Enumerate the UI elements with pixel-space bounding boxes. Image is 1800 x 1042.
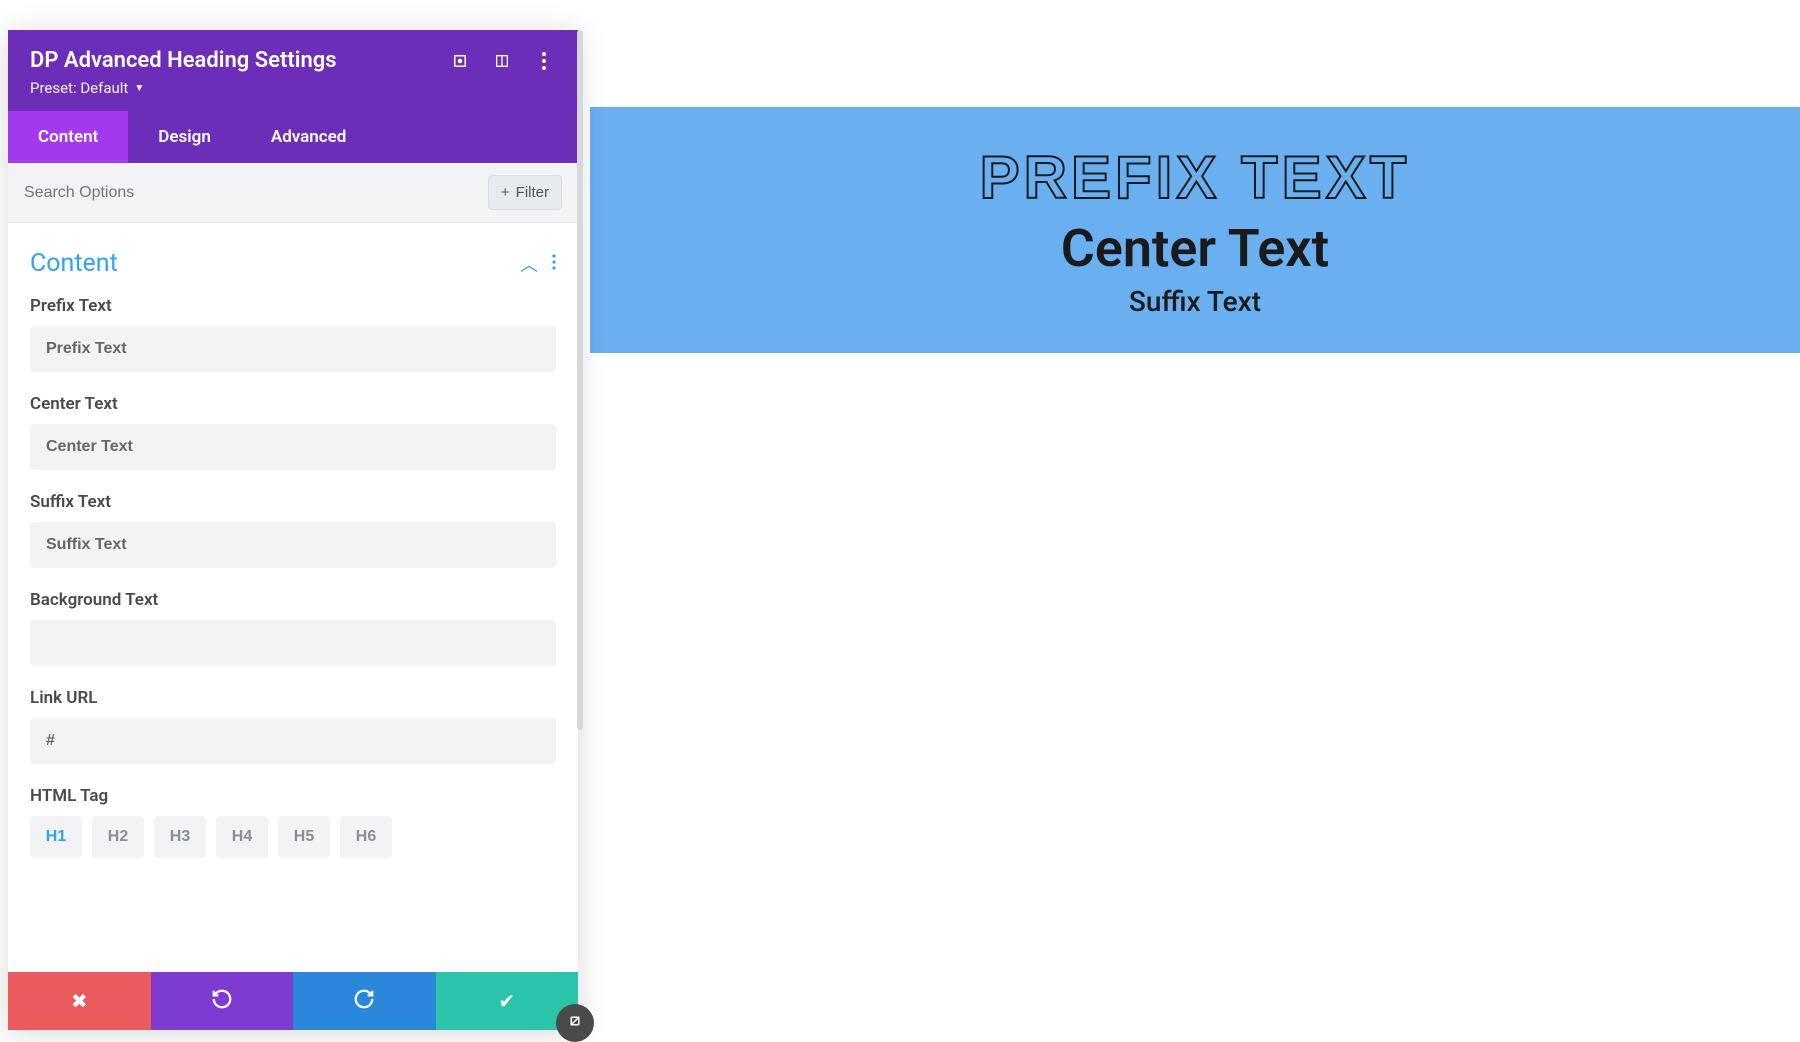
htmltag-h6[interactable]: H6 <box>340 816 392 858</box>
preview-prefix-text: PREFIX TEXT <box>980 143 1411 212</box>
field-htmltag: HTML Tag H1 H2 H3 H4 H5 H6 <box>30 786 556 858</box>
tab-bar: Content Design Advanced <box>8 111 578 163</box>
field-label-background: Background Text <box>30 590 556 610</box>
section-header: Content ︿ <box>30 241 556 296</box>
resize-handle[interactable] <box>556 1004 594 1042</box>
panel-scrollbar[interactable] <box>577 30 583 730</box>
settings-panel: DP Advanced Heading Settings Preset: Def… <box>8 30 578 1030</box>
redo-button[interactable] <box>293 972 436 1030</box>
input-background[interactable] <box>30 620 556 666</box>
tab-content[interactable]: Content <box>8 111 128 163</box>
filter-button[interactable]: + Filter <box>488 175 562 210</box>
field-background: Background Text <box>30 590 556 666</box>
preview-suffix-text: Suffix Text <box>1129 285 1261 318</box>
redo-icon <box>353 988 375 1015</box>
close-icon: ✖ <box>71 989 88 1013</box>
htmltag-h5[interactable]: H5 <box>278 816 330 858</box>
search-row: + Filter <box>8 163 578 223</box>
cancel-button[interactable]: ✖ <box>8 972 151 1030</box>
tab-design[interactable]: Design <box>128 111 241 163</box>
input-suffix[interactable] <box>30 522 556 568</box>
field-label-prefix: Prefix Text <box>30 296 556 316</box>
input-prefix[interactable] <box>30 326 556 372</box>
check-icon: ✔ <box>498 989 515 1013</box>
preview-center-text: Center Text <box>1061 218 1329 279</box>
preset-selector[interactable]: Preset: Default ▼ <box>30 79 556 97</box>
field-prefix: Prefix Text <box>30 296 556 372</box>
section-title: Content <box>30 249 520 278</box>
panel-header: DP Advanced Heading Settings Preset: Def… <box>8 30 578 111</box>
undo-button[interactable] <box>151 972 294 1030</box>
undo-icon <box>211 988 233 1015</box>
field-suffix: Suffix Text <box>30 492 556 568</box>
field-label-center: Center Text <box>30 394 556 414</box>
plus-icon: + <box>501 184 510 201</box>
snap-icon[interactable] <box>490 49 514 73</box>
panel-title: DP Advanced Heading Settings <box>30 48 430 73</box>
input-link[interactable] <box>30 718 556 764</box>
field-link: Link URL <box>30 688 556 764</box>
htmltag-h3[interactable]: H3 <box>154 816 206 858</box>
panel-body: Content ︿ Prefix Text Center Text Suffix… <box>8 223 578 972</box>
field-label-suffix: Suffix Text <box>30 492 556 512</box>
preview-canvas: PREFIX TEXT Center Text Suffix Text <box>590 107 1800 353</box>
resize-icon <box>566 1012 584 1034</box>
htmltag-h1[interactable]: H1 <box>30 816 82 858</box>
field-label-link: Link URL <box>30 688 556 708</box>
htmltag-h2[interactable]: H2 <box>92 816 144 858</box>
field-center: Center Text <box>30 394 556 470</box>
filter-button-label: Filter <box>516 184 549 201</box>
search-input[interactable] <box>24 184 488 202</box>
section-kebab-icon[interactable] <box>552 254 556 274</box>
tab-advanced[interactable]: Advanced <box>241 111 377 163</box>
input-center[interactable] <box>30 424 556 470</box>
caret-down-icon: ▼ <box>134 83 144 94</box>
htmltag-row: H1 H2 H3 H4 H5 H6 <box>30 816 556 858</box>
expand-icon[interactable] <box>448 49 472 73</box>
field-label-htmltag: HTML Tag <box>30 786 556 806</box>
kebab-menu-icon[interactable] <box>532 49 556 73</box>
htmltag-h4[interactable]: H4 <box>216 816 268 858</box>
preset-label: Preset: Default <box>30 79 128 97</box>
panel-footer: ✖ ✔ <box>8 972 578 1030</box>
chevron-up-icon[interactable]: ︿ <box>520 251 538 277</box>
